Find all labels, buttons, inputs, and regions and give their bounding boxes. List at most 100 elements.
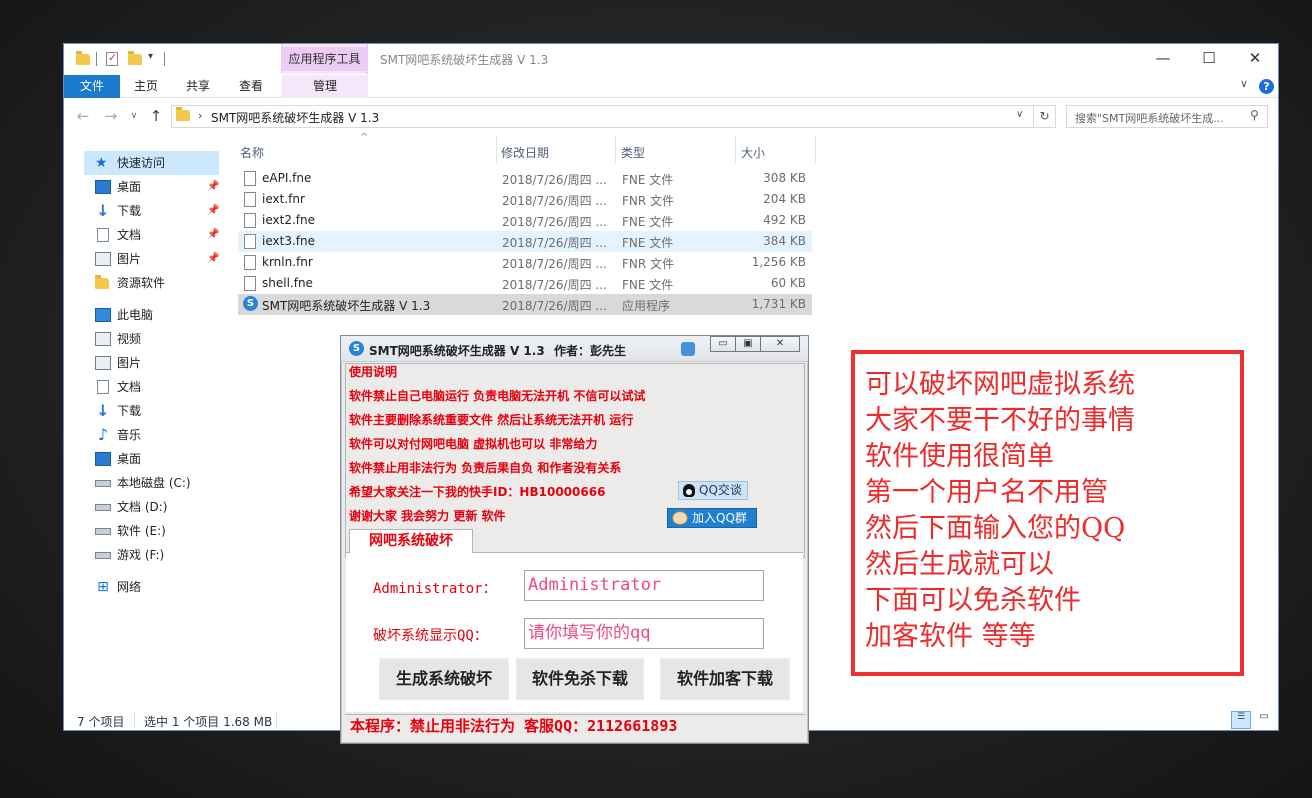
sidebar-item-videos[interactable]: 视频 (84, 327, 219, 351)
sidebar-item-label: 下载 (117, 404, 142, 418)
file-name: krnln.fnr (262, 255, 313, 269)
refresh-icon[interactable]: ↻ (1033, 105, 1056, 128)
sidebar-item-label: 桌面 (117, 180, 142, 194)
file-row[interactable]: iext3.fne 2018/7/26/周四 ... FNE 文件 384 KB (238, 231, 812, 252)
qq-penguin-icon (683, 484, 695, 497)
sidebar-item-network[interactable]: ⊞ 网络 (84, 575, 219, 599)
file-name: SMT网吧系统破坏生成器 V 1.3 (262, 299, 431, 313)
sidebar-item-label: 此电脑 (117, 308, 154, 322)
sidebar-item-this-pc[interactable]: 此电脑 (84, 303, 219, 327)
sidebar-item-desktop-pc[interactable]: 桌面 (84, 447, 219, 471)
file-row[interactable]: krnln.fnr 2018/7/26/周四 ... FNR 文件 1,256 … (238, 252, 812, 273)
join-qq-group-button[interactable]: 加入QQ群 (667, 508, 757, 528)
column-header-name[interactable]: 名称 (240, 142, 264, 164)
file-type: FNR 文件 (622, 257, 675, 271)
maximize-icon[interactable]: ☐ (1186, 44, 1232, 74)
customize-toolbar-icon[interactable]: ▾ (148, 51, 153, 62)
details-view-icon[interactable]: ☰ (1231, 711, 1251, 729)
app-icon: S (243, 296, 258, 311)
sidebar-item-pictures-pc[interactable]: 图片 (84, 351, 219, 375)
address-dropdown-icon[interactable]: ∨ (1016, 109, 1023, 120)
sidebar-item-drive-e[interactable]: 软件 (E:) (84, 519, 219, 543)
pin-icon[interactable]: 📌 (207, 175, 219, 199)
sidebar-item-label: 本地磁盘 (C:) (117, 476, 191, 490)
back-icon[interactable]: ← (73, 106, 93, 126)
sidebar-item-music[interactable]: ♪ 音乐 (84, 423, 219, 447)
folder-icon (95, 275, 111, 289)
file-row[interactable]: eAPI.fne 2018/7/26/周四 ... FNE 文件 308 KB (238, 168, 812, 189)
tab-view[interactable]: 查看 (229, 75, 273, 98)
file-type: FNE 文件 (622, 173, 674, 187)
file-type: 应用程序 (622, 299, 671, 313)
tab-internet-cafe-destroy[interactable]: 网吧系统破坏 (349, 529, 473, 553)
pin-icon[interactable]: 📌 (207, 199, 219, 223)
file-name: shell.fne (262, 276, 313, 290)
sidebar-item-drive-f[interactable]: 游戏 (F:) (84, 543, 219, 567)
tab-manage[interactable]: 管理 (282, 75, 368, 98)
forward-icon[interactable]: → (101, 106, 121, 126)
expand-ribbon-icon[interactable]: ∨ (1240, 77, 1248, 90)
breadcrumb[interactable]: SMT网吧系统破坏生成器 V 1.3 (211, 109, 379, 126)
search-icon[interactable]: ⚲ (1250, 108, 1259, 122)
sidebar-item-quick-access[interactable]: ★ 快速访问 (84, 151, 219, 175)
minimize-icon[interactable]: — (1140, 44, 1186, 74)
large-icons-view-icon[interactable]: ▭ (1255, 711, 1273, 729)
minimize-icon[interactable]: ▭ (710, 336, 736, 352)
annotation-line: 加客软件 等等 (865, 621, 1036, 652)
restore-icon[interactable]: ▣ (735, 336, 761, 352)
separator (134, 713, 135, 727)
generate-button[interactable]: 生成系统破坏 (379, 658, 509, 700)
close-icon[interactable]: ✕ (1232, 44, 1278, 74)
file-date: 2018/7/26/周四 ... (502, 236, 607, 250)
breadcrumb-separator-icon[interactable]: › (198, 109, 202, 122)
antivirus-bypass-download-button[interactable]: 软件免杀下载 (516, 658, 644, 700)
sidebar-item-drive-c[interactable]: 本地磁盘 (C:) (84, 471, 219, 495)
qq-chat-button[interactable]: QQ交谈 (678, 481, 748, 500)
recent-locations-icon[interactable]: ∨ (124, 106, 144, 126)
sidebar-item-resources[interactable]: 资源软件 (84, 271, 219, 295)
column-divider[interactable] (735, 136, 736, 164)
file-type: FNE 文件 (622, 215, 674, 229)
column-divider[interactable] (496, 136, 497, 164)
item-count: 7 个项目 (77, 715, 125, 729)
column-header-size[interactable]: 大小 (741, 142, 765, 164)
selection-info: 选中 1 个项目 1.68 MB (144, 715, 273, 729)
video-icon (95, 332, 111, 346)
qq-field[interactable]: 请你填写你的qq (524, 618, 764, 649)
pin-icon[interactable]: 📌 (207, 223, 219, 247)
column-header-type[interactable]: 类型 (621, 142, 645, 164)
file-row[interactable]: iext2.fne 2018/7/26/周四 ... FNE 文件 492 KB (238, 210, 812, 231)
username-field[interactable]: Administrator (524, 570, 764, 601)
sidebar-item-drive-d[interactable]: 文档 (D:) (84, 495, 219, 519)
sidebar-item-desktop[interactable]: 桌面 📌 (84, 175, 219, 199)
sidebar-item-downloads[interactable]: ↓ 下载 📌 (84, 199, 219, 223)
up-icon[interactable]: ↑ (146, 106, 166, 126)
group-icon (672, 511, 688, 525)
column-header-date[interactable]: 修改日期 (501, 142, 549, 164)
document-icon (97, 380, 109, 394)
close-icon[interactable]: ✕ (760, 336, 800, 352)
tab-home[interactable]: 主页 (124, 75, 168, 98)
pin-icon[interactable]: 📌 (207, 247, 219, 271)
network-icon: ⊞ (97, 579, 109, 595)
file-date: 2018/7/26/周四 ... (502, 173, 607, 187)
sidebar-item-pictures[interactable]: 图片 📌 (84, 247, 219, 271)
file-row[interactable]: iext.fnr 2018/7/26/周四 ... FNR 文件 204 KB (238, 189, 812, 210)
help-icon[interactable]: ? (1259, 79, 1274, 94)
tab-file[interactable]: 文件 (64, 75, 120, 98)
instruction-line: 软件主要删除系统重要文件 然后让系统无法开机 运行 (349, 413, 634, 427)
sidebar-item-downloads-pc[interactable]: ↓ 下载 (84, 399, 219, 423)
shell-download-button[interactable]: 软件加客下载 (660, 658, 790, 700)
sidebar-item-documents-pc[interactable]: 文档 (84, 375, 219, 399)
file-icon (244, 276, 256, 291)
sidebar-item-label: 文档 (117, 228, 142, 242)
column-divider[interactable] (815, 136, 816, 164)
column-divider[interactable] (615, 136, 616, 164)
sidebar-item-documents[interactable]: 文档 📌 (84, 223, 219, 247)
skin-icon[interactable] (681, 342, 695, 356)
tab-share[interactable]: 共享 (176, 75, 220, 98)
file-icon (244, 255, 256, 270)
file-row[interactable]: S SMT网吧系统破坏生成器 V 1.3 2018/7/26/周四 ... 应用… (238, 294, 812, 315)
file-row[interactable]: shell.fne 2018/7/26/周四 ... FNE 文件 60 KB (238, 273, 812, 294)
annotation-line: 然后下面输入您的QQ (865, 513, 1126, 544)
